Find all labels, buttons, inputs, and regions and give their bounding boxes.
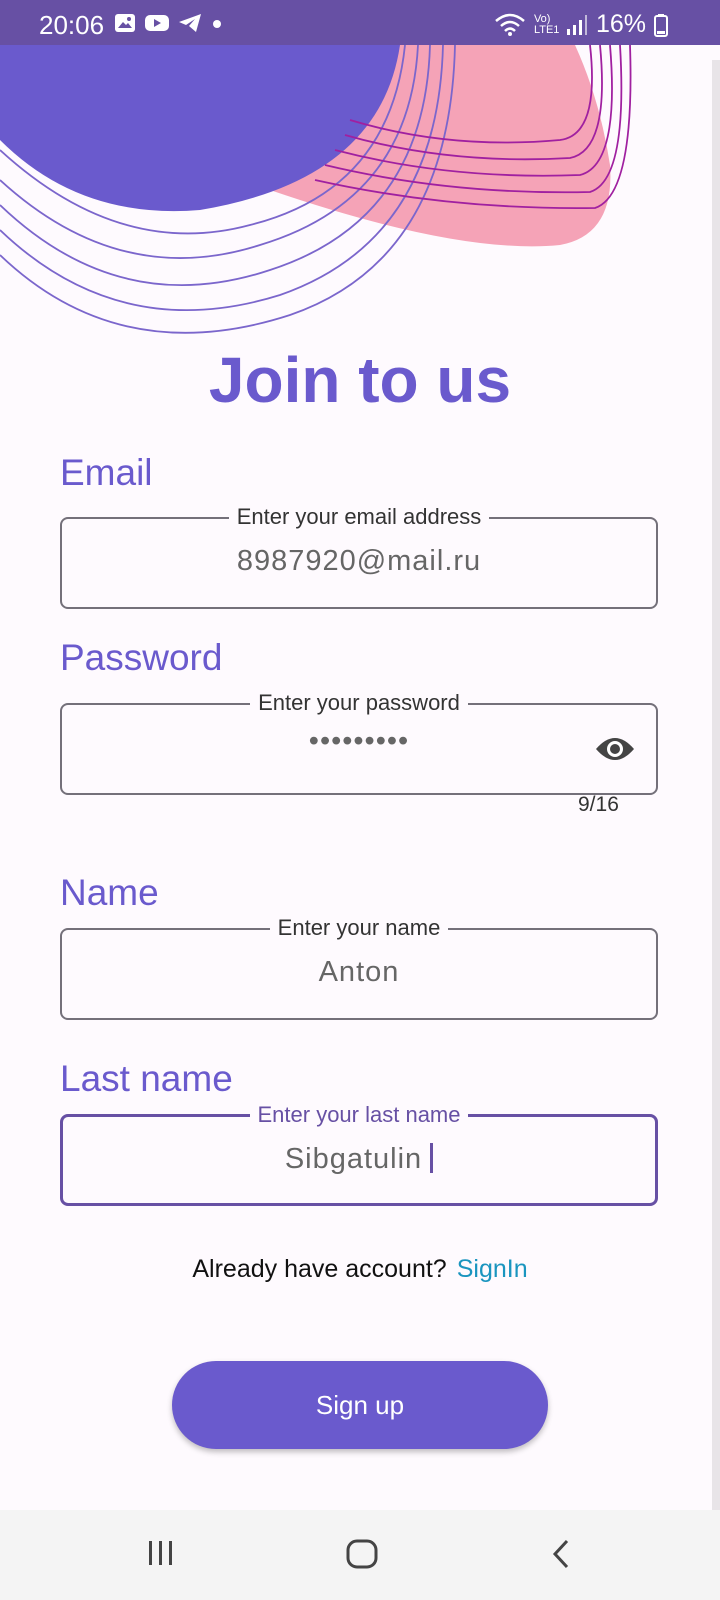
email-hint: Enter your email address — [228, 504, 490, 529]
password-label: Password — [60, 637, 223, 678]
password-value: ••••••••• — [308, 725, 410, 757]
email-value: 8987920@mail.ru — [236, 545, 482, 577]
signin-row: Already have account? SignIn — [0, 1255, 720, 1284]
status-time: 20:06 — [39, 10, 105, 40]
navigation-bar — [0, 1510, 720, 1600]
last-name-hint: Enter your last name — [249, 1102, 469, 1127]
home-icon[interactable] — [345, 1538, 379, 1570]
network-label: Vo) LTE1 — [533, 12, 560, 36]
status-bar: 20:06 Vo) LTE1 16% — [0, 0, 720, 45]
wifi-icon — [495, 13, 525, 36]
gallery-icon — [115, 14, 135, 32]
telegram-icon — [179, 14, 201, 32]
last-name-value-row: Sibgatulin — [63, 1143, 655, 1176]
youtube-icon — [145, 15, 169, 31]
last-name-field[interactable]: Enter your last name Sibgatulin — [60, 1102, 658, 1206]
password-counter: 9/16 — [578, 793, 619, 816]
notification-icons — [114, 13, 224, 33]
email-field[interactable]: Enter your email address 8987920@mail.ru — [60, 504, 658, 609]
text-cursor — [430, 1143, 434, 1173]
page-title: Join to us — [208, 344, 512, 416]
signup-button[interactable]: Sign up — [172, 1361, 548, 1449]
battery-icon — [654, 13, 668, 37]
email-label: Email — [60, 452, 153, 493]
signin-link[interactable]: SignIn — [457, 1255, 528, 1283]
password-field[interactable]: Enter your password ••••••••• — [60, 690, 658, 795]
name-label: Name — [60, 872, 159, 913]
signin-prompt: Already have account? — [192, 1255, 447, 1283]
name-value: Anton — [318, 956, 400, 988]
battery-percent: 16% — [595, 10, 646, 38]
name-hint: Enter your name — [269, 915, 449, 940]
dot-icon — [213, 20, 221, 28]
recent-apps-icon[interactable] — [146, 1538, 176, 1568]
status-right: Vo) LTE1 16% — [494, 10, 668, 39]
last-name-value: Sibgatulin — [284, 1143, 423, 1175]
last-name-label: Last name — [60, 1058, 233, 1099]
eye-icon[interactable] — [594, 733, 636, 765]
signal-icon — [566, 14, 587, 35]
name-field[interactable]: Enter your name Anton — [60, 915, 658, 1020]
header-decoration — [0, 45, 632, 334]
scrollbar[interactable] — [712, 60, 720, 1510]
password-hint: Enter your password — [250, 690, 468, 715]
back-icon[interactable] — [550, 1538, 572, 1570]
